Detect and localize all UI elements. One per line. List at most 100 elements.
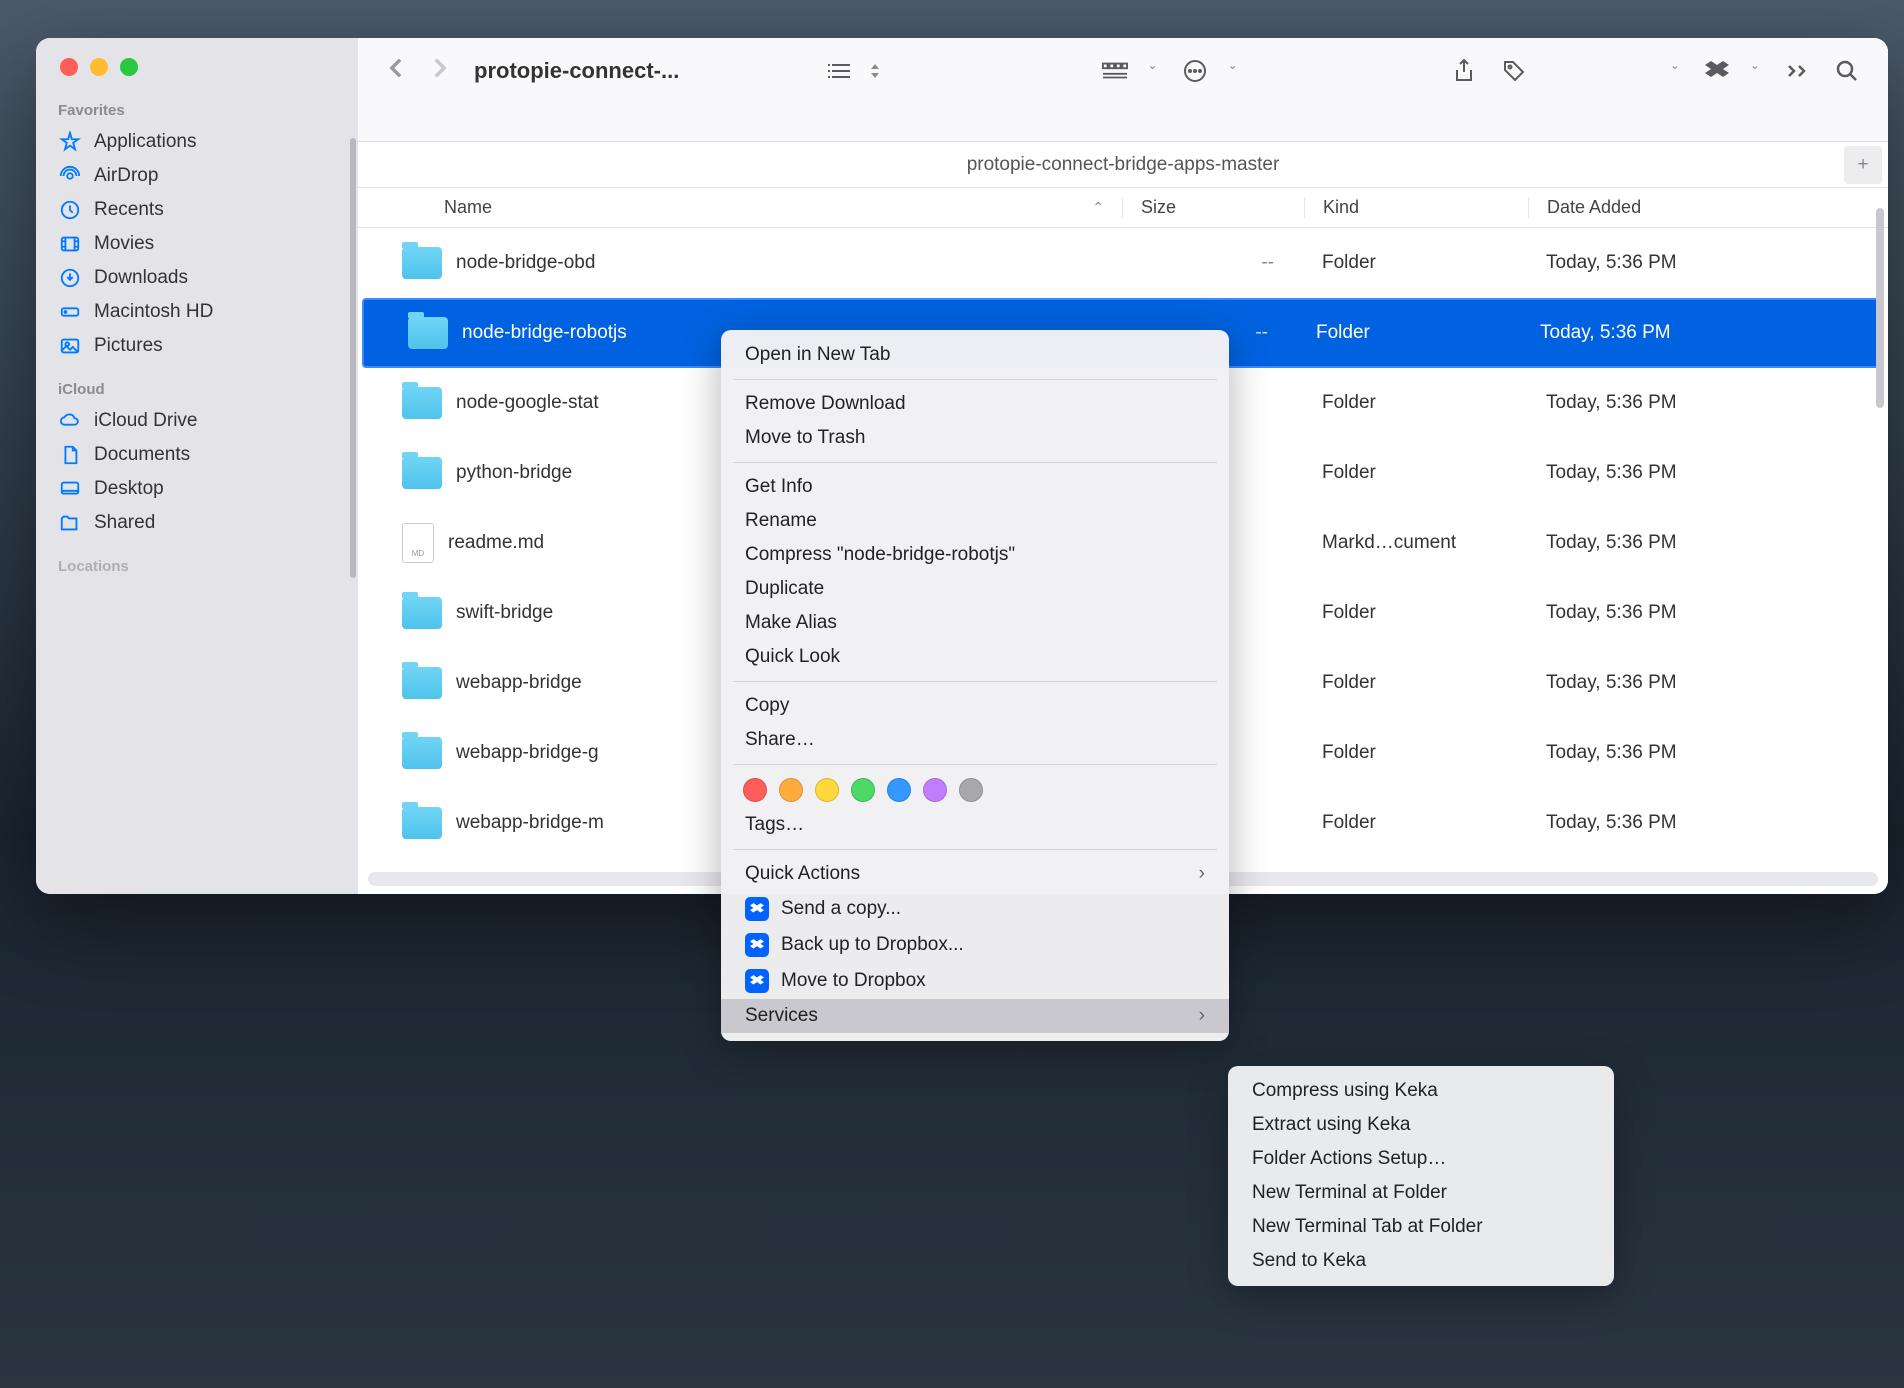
submenu-item[interactable]: Folder Actions Setup… — [1228, 1142, 1614, 1176]
chevron-down-icon[interactable]: ⌄ — [1670, 58, 1680, 72]
dropbox-button[interactable] — [1704, 58, 1730, 84]
sidebar-item-label: Movies — [94, 233, 154, 255]
folder-icon — [402, 667, 442, 699]
separator — [733, 462, 1217, 463]
sidebar-item-icloud-drive[interactable]: iCloud Drive — [36, 404, 358, 438]
tag-color[interactable] — [743, 778, 767, 802]
more-button[interactable] — [1784, 58, 1810, 84]
column-name[interactable]: Name⌃ — [358, 197, 1122, 218]
search-button[interactable] — [1834, 58, 1860, 84]
file-size: -- — [1122, 252, 1304, 274]
sidebar-item-macintosh-hd[interactable]: Macintosh HD — [36, 295, 358, 329]
columns-header: Name⌃ Size Kind Date Added — [358, 188, 1888, 228]
vertical-scrollbar[interactable] — [1876, 208, 1884, 408]
submenu-item-label: Send to Keka — [1252, 1250, 1366, 1271]
file-kind: Folder — [1304, 392, 1528, 414]
column-date[interactable]: Date Added — [1528, 197, 1888, 218]
menu-item[interactable]: Move to Dropbox — [721, 963, 1229, 999]
menu-item[interactable]: Quick Actions› — [721, 857, 1229, 891]
tag-color[interactable] — [887, 778, 911, 802]
services-submenu: Compress using Keka Extract using KekaFol… — [1228, 1066, 1614, 1286]
menu-item-label: Get Info — [745, 476, 813, 498]
action-button[interactable] — [1182, 58, 1208, 84]
file-row[interactable]: node-bridge-obd--FolderToday, 5:36 PM — [358, 228, 1888, 298]
submenu-item[interactable]: Compress using Keka — [1228, 1074, 1614, 1108]
menu-item-label: Quick Look — [745, 646, 840, 668]
menu-item[interactable]: Quick Look — [721, 640, 1229, 674]
menu-item[interactable]: Duplicate — [721, 572, 1229, 606]
menu-item-label: Copy — [745, 695, 789, 717]
sidebar-item-label: Macintosh HD — [94, 301, 213, 323]
sidebar-item-recents[interactable]: Recents — [36, 193, 358, 227]
tag-color[interactable] — [851, 778, 875, 802]
submenu-item[interactable]: New Terminal Tab at Folder — [1228, 1210, 1614, 1244]
chevron-down-icon[interactable]: ⌄ — [1750, 58, 1760, 72]
chevron-down-icon[interactable]: ⌄ — [1228, 58, 1238, 72]
add-tab-button[interactable]: + — [1844, 146, 1882, 184]
sidebar-item-applications[interactable]: Applications — [36, 125, 358, 159]
submenu-item-label: Compress using Keka — [1252, 1080, 1438, 1101]
tag-color[interactable] — [815, 778, 839, 802]
submenu-item[interactable]: Extract using Keka — [1228, 1108, 1614, 1142]
menu-item[interactable]: Make Alias — [721, 606, 1229, 640]
menu-item[interactable]: Remove Download — [721, 387, 1229, 421]
file-kind: Markd…cument — [1304, 532, 1528, 554]
sidebar-item-label: Desktop — [94, 478, 164, 500]
menu-item[interactable]: Rename — [721, 504, 1229, 538]
menu-item[interactable]: Share… — [721, 723, 1229, 757]
file-date: Today, 5:36 PM — [1528, 532, 1888, 554]
menu-item[interactable]: Compress "node-bridge-robotjs" — [721, 538, 1229, 572]
menu-item[interactable]: Open in New Tab — [721, 338, 1229, 372]
sidebar-item-desktop[interactable]: Desktop — [36, 472, 358, 506]
folder-icon — [402, 387, 442, 419]
menu-item[interactable]: Send a copy... — [721, 891, 1229, 927]
sidebar-item-documents[interactable]: Documents — [36, 438, 358, 472]
file-name: swift-bridge — [456, 602, 553, 624]
menu-item[interactable]: Services› — [721, 999, 1229, 1033]
group-button[interactable] — [1102, 58, 1128, 84]
menu-item-label: Tags… — [745, 814, 804, 836]
menu-item-label: Send a copy... — [781, 898, 901, 920]
column-kind[interactable]: Kind — [1304, 197, 1528, 218]
close-window-button[interactable] — [60, 58, 78, 76]
submenu-item[interactable]: New Terminal at Folder — [1228, 1176, 1614, 1210]
sidebar-item-shared[interactable]: Shared — [36, 506, 358, 540]
sidebar-scrollbar[interactable] — [350, 138, 356, 578]
back-button[interactable] — [386, 58, 406, 78]
chevron-down-icon[interactable]: ⌄ — [1148, 58, 1158, 72]
sidebar-item-movies[interactable]: Movies — [36, 227, 358, 261]
nav-arrows — [386, 58, 450, 78]
column-size[interactable]: Size — [1122, 197, 1304, 218]
favorites-section-label: Favorites — [36, 94, 358, 125]
view-mode-button[interactable] — [826, 58, 852, 84]
menu-item[interactable]: Move to Trash — [721, 421, 1229, 455]
submenu-item[interactable]: Send to Keka — [1228, 1244, 1614, 1278]
menu-item[interactable]: Tags… — [721, 808, 1229, 842]
tags-button[interactable] — [1501, 58, 1527, 84]
view-options-icon[interactable] — [862, 58, 888, 84]
menu-item[interactable]: Get Info — [721, 470, 1229, 504]
share-button[interactable] — [1451, 58, 1477, 84]
tag-color[interactable] — [779, 778, 803, 802]
zoom-window-button[interactable] — [120, 58, 138, 76]
icloud-section-label: iCloud — [36, 363, 358, 404]
file-name: readme.md — [448, 532, 544, 554]
tag-color[interactable] — [923, 778, 947, 802]
file-date: Today, 5:36 PM — [1528, 742, 1888, 764]
sort-indicator-icon: ⌃ — [1092, 199, 1104, 216]
sidebar-item-pictures[interactable]: Pictures — [36, 329, 358, 363]
sidebar: Favorites Applications AirDrop Recents M… — [36, 38, 358, 894]
menu-item-label: Move to Dropbox — [781, 970, 926, 992]
window-title: protopie-connect-... — [474, 58, 679, 84]
sidebar-item-downloads[interactable]: Downloads — [36, 261, 358, 295]
tag-color[interactable] — [959, 778, 983, 802]
minimize-window-button[interactable] — [90, 58, 108, 76]
traffic-lights — [36, 50, 358, 94]
menu-item[interactable]: Back up to Dropbox... — [721, 927, 1229, 963]
sidebar-item-airdrop[interactable]: AirDrop — [36, 159, 358, 193]
menu-item-label: Quick Actions — [745, 863, 860, 885]
forward-button[interactable] — [430, 58, 450, 78]
folder-icon — [402, 457, 442, 489]
menu-item[interactable]: Copy — [721, 689, 1229, 723]
path-bar-text[interactable]: protopie-connect-bridge-apps-master — [967, 154, 1280, 176]
